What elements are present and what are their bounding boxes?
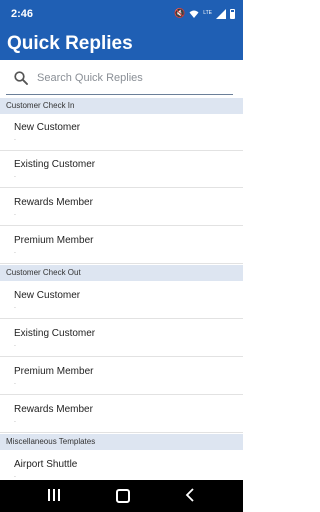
battery-icon bbox=[230, 8, 235, 19]
list-item-label: New Customer bbox=[14, 290, 81, 301]
list-item-label: Existing Customer bbox=[14, 328, 96, 339]
list-item[interactable]: Rewards Member . bbox=[0, 189, 243, 226]
list-item[interactable]: New Customer . bbox=[0, 114, 243, 151]
list-item-label: Premium Member bbox=[14, 366, 94, 377]
list-item[interactable]: Existing Customer . bbox=[0, 151, 243, 188]
list-item[interactable]: Premium Member . bbox=[0, 227, 243, 264]
system-nav-bar bbox=[0, 480, 243, 512]
list-item-label: Existing Customer bbox=[14, 159, 96, 170]
search-icon bbox=[14, 71, 28, 85]
status-time: 2:46 bbox=[11, 8, 34, 20]
list-item-label: Rewards Member bbox=[14, 404, 93, 415]
list-item-preview: . bbox=[14, 248, 16, 255]
wifi-icon bbox=[189, 10, 199, 18]
list-item[interactable]: Rewards Member . bbox=[0, 396, 243, 433]
mute-icon: 🔇 bbox=[173, 8, 186, 18]
list-item-label: Premium Member bbox=[14, 235, 94, 246]
list-item-preview: . bbox=[14, 210, 16, 217]
list-item[interactable]: New Customer . bbox=[0, 282, 243, 319]
list-item-preview: . bbox=[14, 135, 16, 142]
network-type-label: LTE bbox=[203, 10, 212, 16]
search-field[interactable]: Search Quick Replies bbox=[6, 64, 233, 95]
status-bar: 2:46 🔇 LTE bbox=[0, 0, 243, 26]
list-item-label: New Customer bbox=[14, 122, 81, 133]
list-item-preview: . bbox=[14, 472, 16, 479]
list-item[interactable]: Existing Customer . bbox=[0, 320, 243, 357]
signal-icon bbox=[216, 8, 226, 19]
back-icon[interactable] bbox=[184, 488, 196, 502]
list-item-preview: . bbox=[14, 341, 16, 348]
app-bar: 2:46 🔇 LTE Quick Replies bbox=[0, 0, 243, 60]
status-icons: 🔇 LTE bbox=[174, 8, 235, 19]
section-header-miscellaneous-templates: Miscellaneous Templates bbox=[0, 434, 243, 450]
list-item-label: Airport Shuttle bbox=[14, 459, 78, 470]
list-item-preview: . bbox=[14, 417, 16, 424]
list-item-preview: . bbox=[14, 379, 16, 386]
section-header-customer-check-out: Customer Check Out bbox=[0, 265, 243, 281]
home-icon[interactable] bbox=[116, 489, 130, 503]
section-title: Customer Check Out bbox=[6, 268, 81, 277]
list-item[interactable]: Premium Member . bbox=[0, 358, 243, 395]
list-item-preview: . bbox=[14, 172, 16, 179]
page-title: Quick Replies bbox=[7, 33, 133, 54]
recents-icon[interactable] bbox=[48, 489, 60, 501]
section-title: Customer Check In bbox=[6, 101, 75, 110]
search-input[interactable]: Search Quick Replies bbox=[37, 72, 143, 84]
list-item-label: Rewards Member bbox=[14, 197, 93, 208]
list-item-preview: . bbox=[14, 303, 16, 310]
section-title: Miscellaneous Templates bbox=[6, 437, 96, 446]
section-header-customer-check-in: Customer Check In bbox=[0, 98, 243, 114]
